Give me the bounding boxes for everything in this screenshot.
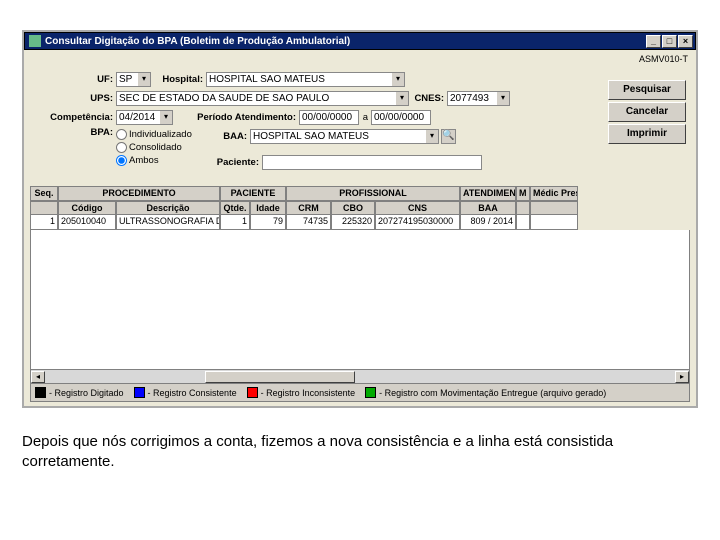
result-grid: Seq. PROCEDIMENTO PACIENTE PROFISSIONAL …	[30, 186, 690, 402]
cell-cns: 207274195030000	[375, 215, 460, 230]
h-idade: Idade	[250, 201, 286, 215]
bpa-radio-ind[interactable]: Individualizado	[116, 128, 210, 141]
cell-qtde: 1	[220, 215, 250, 230]
cancelar-button[interactable]: Cancelar	[608, 102, 686, 122]
h-codigo: Código	[58, 201, 116, 215]
periodo-label: Período Atendimento:	[173, 112, 299, 123]
swatch-blue	[134, 387, 145, 398]
form-area: UF: ▾ Hospital: ▾ UPS: ▾ CNES: ▾ Competê…	[30, 68, 690, 178]
periodo-a-input[interactable]	[371, 110, 431, 125]
cell-mp	[516, 215, 530, 230]
bpa-label: BPA:	[36, 127, 116, 138]
cell-medic	[530, 215, 578, 230]
h-cns: CNS	[375, 201, 460, 215]
scroll-left-icon[interactable]: ◂	[31, 371, 45, 383]
gh-prof: PROFISSIONAL	[286, 186, 460, 201]
grid-row[interactable]: 1 205010040 ULTRASSONOGRAFIA DOPPL 1 79 …	[30, 215, 690, 230]
uf-label: UF:	[36, 74, 116, 85]
gh-medic: Médic Presta	[530, 186, 578, 201]
search-icon[interactable]: 🔍	[441, 129, 456, 144]
gh-proc: PROCEDIMENTO	[58, 186, 220, 201]
competencia-label: Competência:	[36, 112, 116, 123]
paciente-label: Paciente:	[210, 157, 262, 168]
legend-consistente: - Registro Consistente	[148, 388, 237, 398]
baa-label: BAA:	[210, 131, 250, 142]
imprimir-button[interactable]: Imprimir	[608, 124, 686, 144]
ups-label: UPS:	[36, 93, 116, 104]
legend-bar: - Registro Digitado - Registro Consisten…	[30, 384, 690, 402]
hospital-label: Hospital:	[151, 74, 206, 85]
gh-seq: Seq.	[30, 186, 58, 201]
cell-crm: 74735	[286, 215, 331, 230]
gh-atend: ATENDIMENTO	[460, 186, 516, 201]
chevron-down-icon[interactable]: ▾	[497, 91, 510, 106]
legend-digitado: - Registro Digitado	[49, 388, 124, 398]
grid-group-header: Seq. PROCEDIMENTO PACIENTE PROFISSIONAL …	[30, 186, 690, 201]
swatch-red	[247, 387, 258, 398]
chevron-down-icon[interactable]: ▾	[392, 72, 405, 87]
window-content: ASMV010-T Pesquisar Cancelar Imprimir UF…	[24, 50, 696, 406]
button-panel: Pesquisar Cancelar Imprimir	[608, 80, 686, 146]
swatch-green	[365, 387, 376, 398]
minimize-button[interactable]: _	[646, 35, 661, 48]
gh-mp: M P	[516, 186, 530, 201]
uf-select[interactable]: ▾	[116, 72, 151, 87]
titlebar: Consultar Digitação do BPA (Boletim de P…	[24, 32, 696, 50]
swatch-black	[35, 387, 46, 398]
periodo-de-input[interactable]	[299, 110, 359, 125]
cell-baa: 809 / 2014	[460, 215, 516, 230]
cnes-select[interactable]: ▾	[447, 91, 510, 106]
bpa-radio-amb[interactable]: Ambos	[116, 154, 210, 167]
chevron-down-icon[interactable]: ▾	[160, 110, 173, 125]
screen-code: ASMV010-T	[639, 54, 688, 64]
bpa-radio-group: Individualizado Consolidado Ambos	[116, 128, 210, 167]
h-cbo: CBO	[331, 201, 375, 215]
cell-seq: 1	[30, 215, 58, 230]
cell-cbo: 225320	[331, 215, 375, 230]
pesquisar-button[interactable]: Pesquisar	[608, 80, 686, 100]
window-title: Consultar Digitação do BPA (Boletim de P…	[45, 36, 350, 47]
app-window: Consultar Digitação do BPA (Boletim de P…	[22, 30, 698, 408]
grid-empty-area	[30, 230, 690, 370]
grid-header: Código Descrição Qtde. Idade CRM CBO CNS…	[30, 201, 690, 215]
scroll-right-icon[interactable]: ▸	[675, 371, 689, 383]
h-baa: BAA	[460, 201, 516, 215]
chevron-down-icon[interactable]: ▾	[138, 72, 151, 87]
periodo-a-label: a	[359, 112, 371, 123]
legend-mov: - Registro com Movimentação Entregue (ar…	[379, 388, 606, 398]
horizontal-scrollbar[interactable]: ◂ ▸	[30, 370, 690, 384]
maximize-button[interactable]: □	[662, 35, 677, 48]
legend-inconsistente: - Registro Inconsistente	[261, 388, 356, 398]
ups-select[interactable]: ▾	[116, 91, 409, 106]
close-button[interactable]: ×	[678, 35, 693, 48]
h-qtde: Qtde.	[220, 201, 250, 215]
caption-text: Depois que nós corrigimos a conta, fizem…	[22, 432, 622, 471]
competencia-select[interactable]: ▾	[116, 110, 173, 125]
h-descricao: Descrição	[116, 201, 220, 215]
bpa-radio-con[interactable]: Consolidado	[116, 141, 210, 154]
cell-codigo: 205010040	[58, 215, 116, 230]
gh-pac: PACIENTE	[220, 186, 286, 201]
cell-idade: 79	[250, 215, 286, 230]
chevron-down-icon[interactable]: ▾	[426, 129, 439, 144]
hospital-select[interactable]: ▾	[206, 72, 405, 87]
chevron-down-icon[interactable]: ▾	[396, 91, 409, 106]
scrollbar-thumb[interactable]	[205, 371, 355, 383]
app-icon	[29, 35, 41, 47]
cell-descricao: ULTRASSONOGRAFIA DOPPL	[116, 215, 220, 230]
paciente-input[interactable]	[262, 155, 482, 170]
baa-select[interactable]: ▾	[250, 129, 439, 144]
cnes-label: CNES:	[409, 93, 447, 104]
h-crm: CRM	[286, 201, 331, 215]
